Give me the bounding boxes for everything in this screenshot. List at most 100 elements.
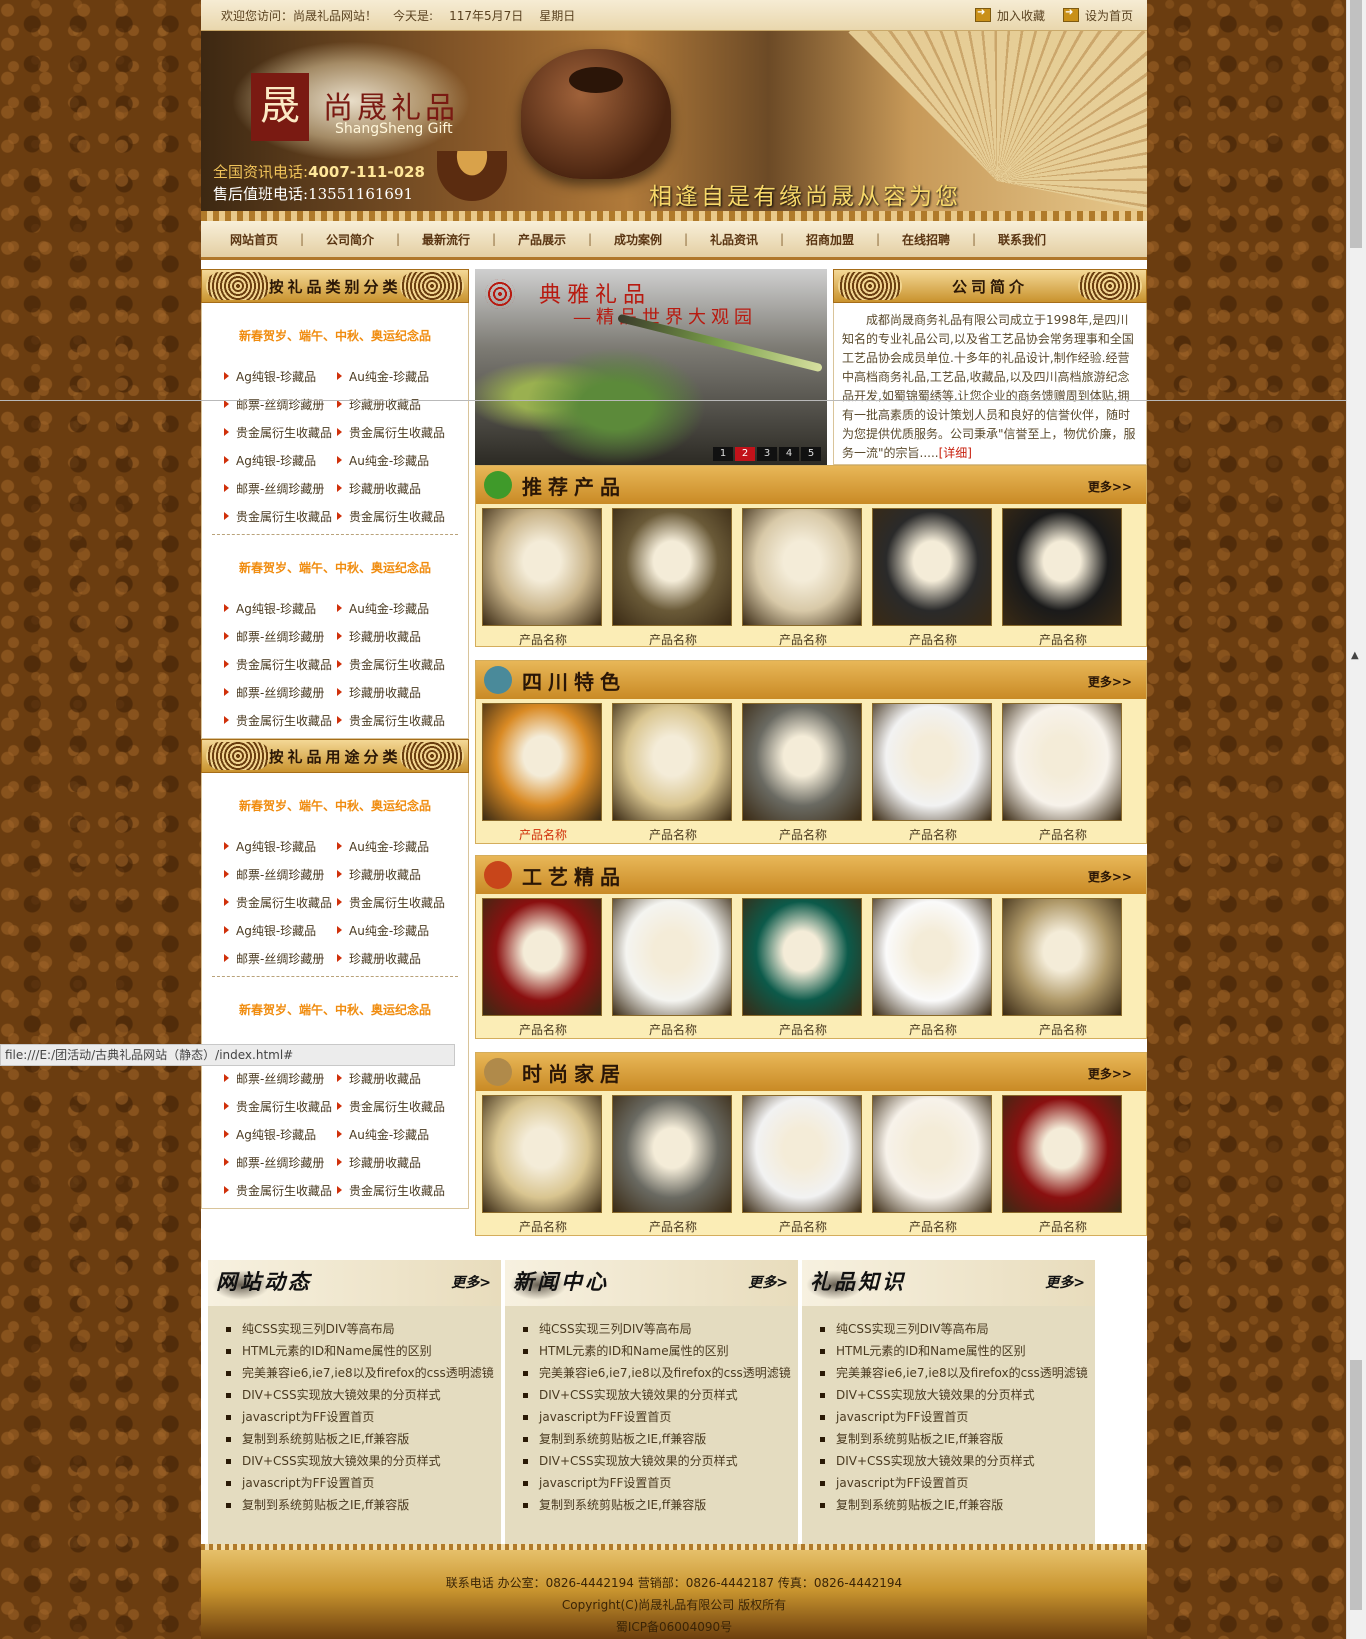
category-link[interactable]: 贵金属衍生收藏品 — [222, 894, 335, 911]
news-item[interactable]: javascript为FF设置首页 — [816, 1406, 1095, 1428]
news-item[interactable]: HTML元素的ID和Name属性的区别 — [222, 1340, 501, 1362]
product-card[interactable]: 产品名称 — [1002, 1095, 1124, 1235]
category-group-heading[interactable]: 新春贺岁、端午、中秋、奥运纪念品 — [222, 797, 448, 814]
product-card[interactable]: 产品名称 — [482, 1095, 604, 1235]
product-name[interactable]: 产品名称 — [482, 631, 604, 648]
section-more-link[interactable]: 更多>> — [1088, 868, 1132, 885]
category-link[interactable]: Au纯金-珍藏品 — [335, 368, 448, 385]
category-group-heading[interactable]: 新春贺岁、端午、中秋、奥运纪念品 — [222, 327, 448, 344]
product-name[interactable]: 产品名称 — [872, 826, 994, 843]
news-item[interactable]: HTML元素的ID和Name属性的区别 — [519, 1340, 798, 1362]
category-link[interactable]: 珍藏册收藏品 — [335, 1070, 448, 1087]
product-image[interactable] — [872, 1095, 992, 1213]
category-link[interactable]: 邮票-丝绸珍藏册 — [222, 480, 335, 497]
category-link[interactable]: 贵金属衍生收藏品 — [335, 424, 448, 441]
product-card[interactable]: 产品名称 — [872, 508, 994, 648]
product-image[interactable] — [612, 703, 732, 821]
product-name[interactable]: 产品名称 — [742, 826, 864, 843]
category-link[interactable]: Ag纯银-珍藏品 — [222, 368, 335, 385]
product-image[interactable] — [612, 1095, 732, 1213]
news-more-link[interactable]: 更多> — [748, 1272, 788, 1292]
nav-item[interactable]: 在线招聘 — [881, 231, 971, 248]
category-link[interactable]: 邮票-丝绸珍藏册 — [222, 1070, 335, 1087]
news-item[interactable]: 完美兼容ie6,ie7,ie8以及firefox的css透明滤镜 — [519, 1362, 798, 1384]
product-image[interactable] — [612, 898, 732, 1016]
product-image[interactable] — [1002, 1095, 1122, 1213]
category-link[interactable]: 邮票-丝绸珍藏册 — [222, 866, 335, 883]
category-link[interactable]: Au纯金-珍藏品 — [335, 1126, 448, 1143]
nav-item[interactable]: 成功案例 — [593, 231, 683, 248]
product-image[interactable] — [482, 898, 602, 1016]
news-item[interactable]: DIV+CSS实现放大镜效果的分页样式 — [816, 1384, 1095, 1406]
category-link[interactable]: 邮票-丝绸珍藏册 — [222, 684, 335, 701]
product-image[interactable] — [742, 508, 862, 626]
category-link[interactable]: Ag纯银-珍藏品 — [222, 1126, 335, 1143]
product-name[interactable]: 产品名称 — [872, 1218, 994, 1235]
news-item[interactable]: javascript为FF设置首页 — [222, 1472, 501, 1494]
product-card[interactable]: 产品名称 — [612, 508, 734, 648]
product-card[interactable]: 产品名称 — [742, 898, 864, 1038]
category-link[interactable]: 珍藏册收藏品 — [335, 628, 448, 645]
slider-page-button[interactable]: 1 — [713, 447, 733, 461]
news-item[interactable]: javascript为FF设置首页 — [519, 1472, 798, 1494]
product-card[interactable]: 产品名称 — [742, 1095, 864, 1235]
nav-item[interactable]: 最新流行 — [401, 231, 491, 248]
category-link[interactable]: 贵金属衍生收藏品 — [335, 1182, 448, 1199]
product-name[interactable]: 产品名称 — [612, 1021, 734, 1038]
product-image[interactable] — [1002, 898, 1122, 1016]
product-name[interactable]: 产品名称 — [1002, 1021, 1124, 1038]
news-item[interactable]: javascript为FF设置首页 — [222, 1406, 501, 1428]
category-link[interactable]: 贵金属衍生收藏品 — [335, 508, 448, 525]
product-name[interactable]: 产品名称 — [872, 631, 994, 648]
category-link[interactable]: 贵金属衍生收藏品 — [222, 424, 335, 441]
news-item[interactable]: 复制到系统剪贴板之IE,ff兼容版 — [816, 1428, 1095, 1450]
product-image[interactable] — [872, 508, 992, 626]
product-image[interactable] — [742, 1095, 862, 1213]
news-item[interactable]: 完美兼容ie6,ie7,ie8以及firefox的css透明滤镜 — [222, 1362, 501, 1384]
product-name[interactable]: 产品名称 — [482, 1021, 604, 1038]
product-name[interactable]: 产品名称 — [1002, 1218, 1124, 1235]
product-name[interactable]: 产品名称 — [1002, 631, 1124, 648]
product-card[interactable]: 产品名称 — [482, 508, 604, 648]
add-favorite-link[interactable]: 加入收藏 — [974, 7, 1045, 24]
product-image[interactable] — [1002, 508, 1122, 626]
news-item[interactable]: DIV+CSS实现放大镜效果的分页样式 — [519, 1450, 798, 1472]
slider-page-button[interactable]: 5 — [801, 447, 821, 461]
category-link[interactable]: 贵金属衍生收藏品 — [222, 508, 335, 525]
news-item[interactable]: DIV+CSS实现放大镜效果的分页样式 — [519, 1384, 798, 1406]
news-item[interactable]: 纯CSS实现三列DIV等高布局 — [222, 1318, 501, 1340]
product-name[interactable]: 产品名称 — [742, 1021, 864, 1038]
product-image[interactable] — [482, 508, 602, 626]
news-item[interactable]: 复制到系统剪贴板之IE,ff兼容版 — [519, 1428, 798, 1450]
category-link[interactable]: 珍藏册收藏品 — [335, 684, 448, 701]
product-image[interactable] — [742, 703, 862, 821]
product-card[interactable]: 产品名称 — [872, 898, 994, 1038]
category-link[interactable]: Ag纯银-珍藏品 — [222, 922, 335, 939]
product-card[interactable]: 产品名称 — [482, 898, 604, 1038]
category-link[interactable]: 邮票-丝绸珍藏册 — [222, 628, 335, 645]
product-card[interactable]: 产品名称 — [742, 703, 864, 843]
nav-item[interactable]: 网站首页 — [209, 231, 299, 248]
category-link[interactable]: 贵金属衍生收藏品 — [335, 894, 448, 911]
nav-item[interactable]: 产品展示 — [497, 231, 587, 248]
news-item[interactable]: 复制到系统剪贴板之IE,ff兼容版 — [222, 1428, 501, 1450]
product-card[interactable]: 产品名称 — [1002, 508, 1124, 648]
section-more-link[interactable]: 更多>> — [1088, 1065, 1132, 1082]
section-more-link[interactable]: 更多>> — [1088, 673, 1132, 690]
product-name[interactable]: 产品名称 — [742, 631, 864, 648]
news-item[interactable]: 复制到系统剪贴板之IE,ff兼容版 — [222, 1494, 501, 1516]
product-card[interactable]: 产品名称 — [612, 703, 734, 843]
nav-item[interactable]: 联系我们 — [977, 231, 1067, 248]
product-card[interactable]: 产品名称 — [872, 1095, 994, 1235]
category-link[interactable]: 贵金属衍生收藏品 — [222, 712, 335, 729]
news-item[interactable]: 完美兼容ie6,ie7,ie8以及firefox的css透明滤镜 — [816, 1362, 1095, 1384]
section-more-link[interactable]: 更多>> — [1088, 478, 1132, 495]
news-item[interactable]: 复制到系统剪贴板之IE,ff兼容版 — [816, 1494, 1095, 1516]
category-link[interactable]: 珍藏册收藏品 — [335, 480, 448, 497]
slider-page-button[interactable]: 4 — [779, 447, 799, 461]
category-link[interactable]: Au纯金-珍藏品 — [335, 452, 448, 469]
slider-page-button[interactable]: 3 — [757, 447, 777, 461]
set-homepage-link[interactable]: 设为首页 — [1062, 7, 1133, 24]
scroll-arrow-icon[interactable]: ▲ — [1351, 650, 1359, 661]
category-link[interactable]: 珍藏册收藏品 — [335, 950, 448, 967]
